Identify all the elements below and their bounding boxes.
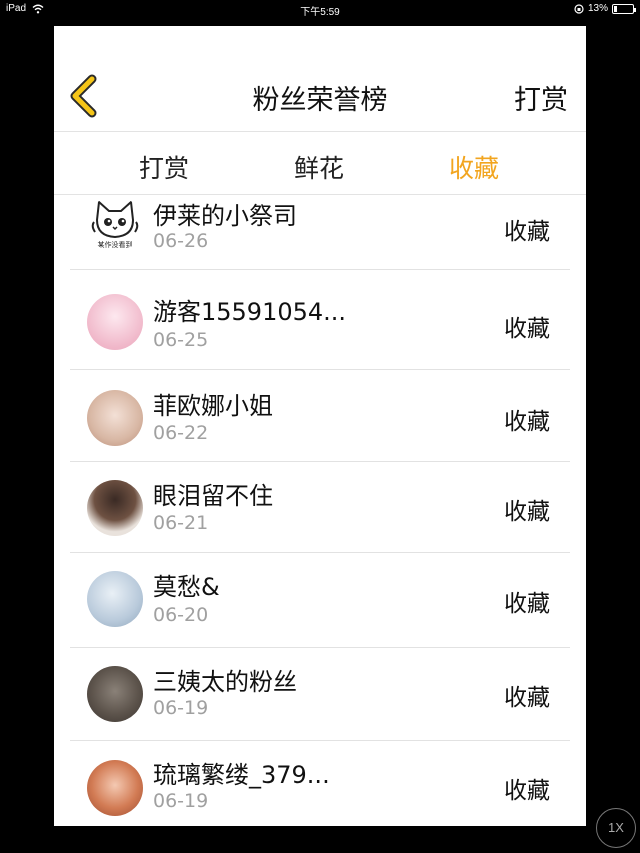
- status-time: 下午5:59: [300, 7, 340, 18]
- avatar: [87, 390, 143, 446]
- nav-bar: 粉丝荣誉榜 打赏: [54, 26, 586, 132]
- fan-list: 某作没看到 伊莱的小祭司 06-26 收藏 游客15591054... 06-2…: [54, 196, 586, 826]
- row-date: 06-22: [153, 422, 209, 444]
- page-title: 粉丝荣誉榜: [252, 85, 388, 116]
- list-item[interactable]: 菲欧娜小姐 06-22 收藏: [70, 370, 570, 462]
- list-item[interactable]: 眼泪留不住 06-21 收藏: [70, 462, 570, 553]
- row-name: 眼泪留不住: [153, 482, 273, 510]
- tab-reward[interactable]: 打赏: [104, 149, 224, 185]
- row-action[interactable]: 收藏: [504, 492, 550, 526]
- tab-bar: 打赏 鲜花 收藏: [54, 133, 586, 195]
- battery-percent: 13%: [587, 3, 608, 14]
- avatar: [87, 480, 143, 536]
- row-action[interactable]: 收藏: [504, 212, 550, 246]
- avatar: [87, 571, 143, 627]
- battery-level: [614, 5, 617, 12]
- row-action[interactable]: 收藏: [504, 402, 550, 436]
- list-item[interactable]: 某作没看到 伊莱的小祭司 06-26 收藏: [70, 196, 570, 270]
- row-name: 琉璃繁缕_379...: [153, 761, 330, 789]
- row-date: 06-25: [153, 329, 209, 351]
- status-bar: iPad 下午5:59 13%: [0, 0, 640, 20]
- avatar-caption: 某作没看到: [97, 241, 133, 249]
- row-action[interactable]: 收藏: [504, 584, 550, 618]
- avatar: [87, 294, 143, 350]
- list-item[interactable]: 琉璃繁缕_379... 06-19 收藏: [70, 741, 570, 826]
- reward-button[interactable]: 打赏: [514, 78, 568, 117]
- list-item[interactable]: 三姨太的粉丝 06-19 收藏: [70, 648, 570, 741]
- list-item[interactable]: 莫愁& 06-20 收藏: [70, 553, 570, 648]
- row-name: 菲欧娜小姐: [153, 392, 273, 420]
- row-date: 06-26: [153, 230, 209, 252]
- row-date: 06-19: [153, 790, 209, 812]
- app-window: 粉丝荣誉榜 打赏 打赏 鲜花 收藏 某作没看到 伊莱的小祭司 06-26 收藏 …: [54, 26, 586, 826]
- row-action[interactable]: 收藏: [504, 678, 550, 712]
- row-name: 游客15591054...: [153, 298, 347, 326]
- row-action[interactable]: 收藏: [504, 309, 550, 343]
- list-item[interactable]: 游客15591054... 06-25 收藏: [70, 275, 570, 370]
- avatar: [87, 666, 143, 722]
- row-action[interactable]: 收藏: [504, 771, 550, 805]
- avatar: 某作没看到: [87, 196, 143, 252]
- row-date: 06-21: [153, 512, 209, 534]
- row-date: 06-19: [153, 697, 209, 719]
- row-name: 三姨太的粉丝: [153, 668, 297, 696]
- tab-flowers[interactable]: 鲜花: [259, 149, 379, 185]
- rotation-lock-icon: [574, 3, 584, 14]
- battery-icon: [612, 3, 636, 14]
- row-name: 伊莱的小祭司: [153, 202, 297, 230]
- playback-speed-button[interactable]: 1X: [596, 808, 636, 848]
- row-date: 06-20: [153, 604, 209, 626]
- tab-favorites[interactable]: 收藏: [414, 149, 534, 185]
- row-name: 莫愁&: [153, 573, 220, 601]
- avatar: [87, 760, 143, 816]
- status-right: 13%: [574, 3, 636, 14]
